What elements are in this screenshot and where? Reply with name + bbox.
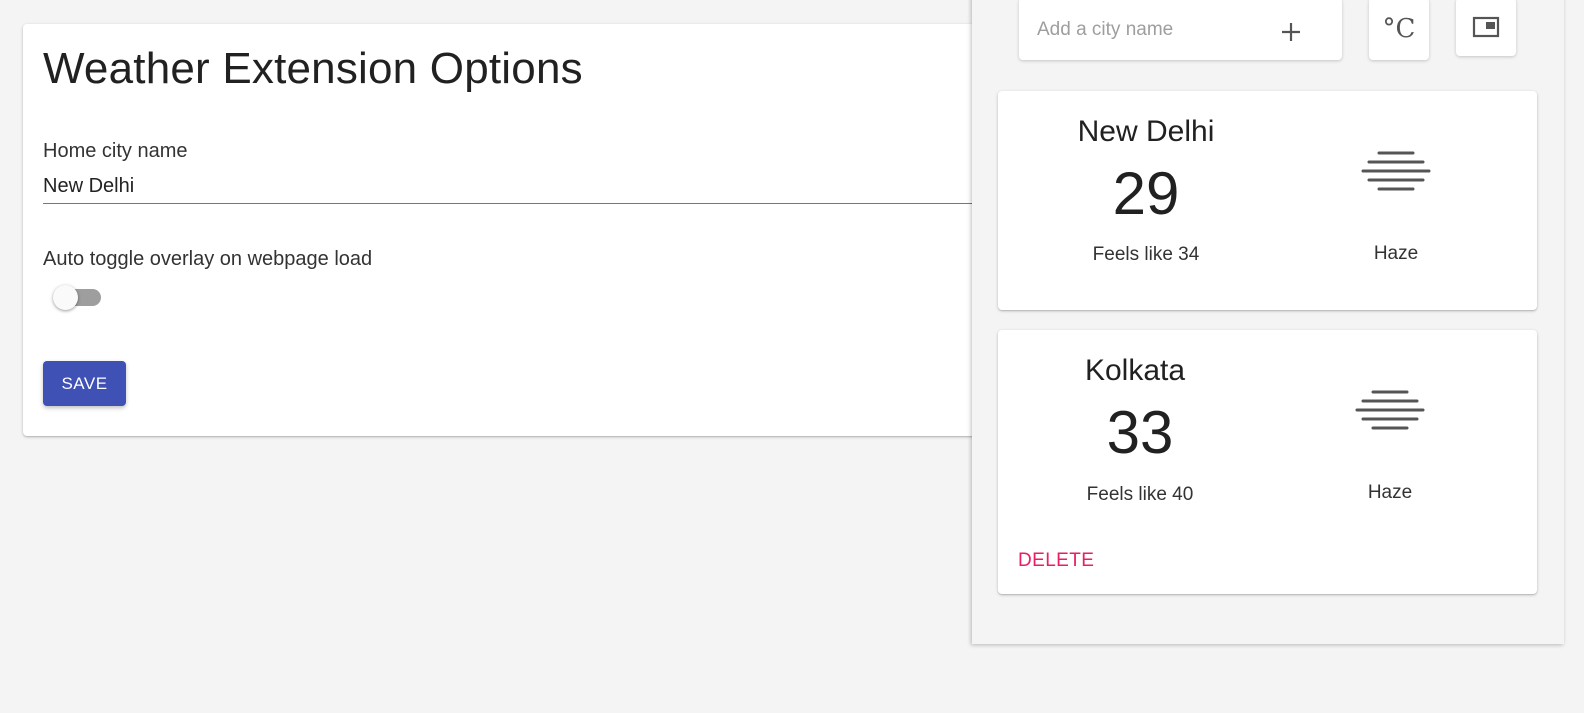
feels-like-text: Feels like 40 <box>1086 484 1194 505</box>
weather-overlay-panel: °C New Delhi 29 Feels like 34 Haze Kolka… <box>972 0 1564 644</box>
city-name: New Delhi <box>1077 115 1215 148</box>
home-city-input[interactable] <box>43 170 1003 204</box>
unit-toggle-button[interactable]: °C <box>1369 0 1429 60</box>
unit-label: °C <box>1382 14 1416 44</box>
city-card: Kolkata 33 Feels like 40 Haze DELETE <box>998 330 1537 594</box>
city-name: Kolkata <box>1084 354 1186 387</box>
auto-toggle-switch[interactable] <box>53 284 103 312</box>
city-temperature: 33 <box>1106 399 1174 466</box>
auto-toggle-label: Auto toggle overlay on webpage load <box>43 248 373 270</box>
save-button[interactable]: SAVE <box>43 361 126 406</box>
delete-city-button[interactable]: DELETE <box>1018 550 1094 572</box>
home-city-label: Home city name <box>43 140 188 162</box>
add-city-field <box>1019 0 1342 60</box>
city-temperature: 29 <box>1112 160 1180 227</box>
haze-icon <box>1355 390 1425 430</box>
add-city-input[interactable] <box>1037 16 1257 44</box>
options-card: Weather Extension Options Home city name… <box>23 24 1023 436</box>
haze-icon <box>1361 151 1431 191</box>
picture-in-picture-button[interactable] <box>1456 0 1516 56</box>
picture-in-picture-icon <box>1472 16 1500 38</box>
condition-label: Haze <box>1373 243 1419 264</box>
page-title: Weather Extension Options <box>43 44 583 93</box>
feels-like-text: Feels like 34 <box>1092 244 1200 265</box>
city-card: New Delhi 29 Feels like 34 Haze <box>998 91 1537 310</box>
plus-icon[interactable] <box>1277 18 1305 46</box>
condition-label: Haze <box>1367 482 1413 503</box>
toggle-thumb <box>53 285 78 310</box>
